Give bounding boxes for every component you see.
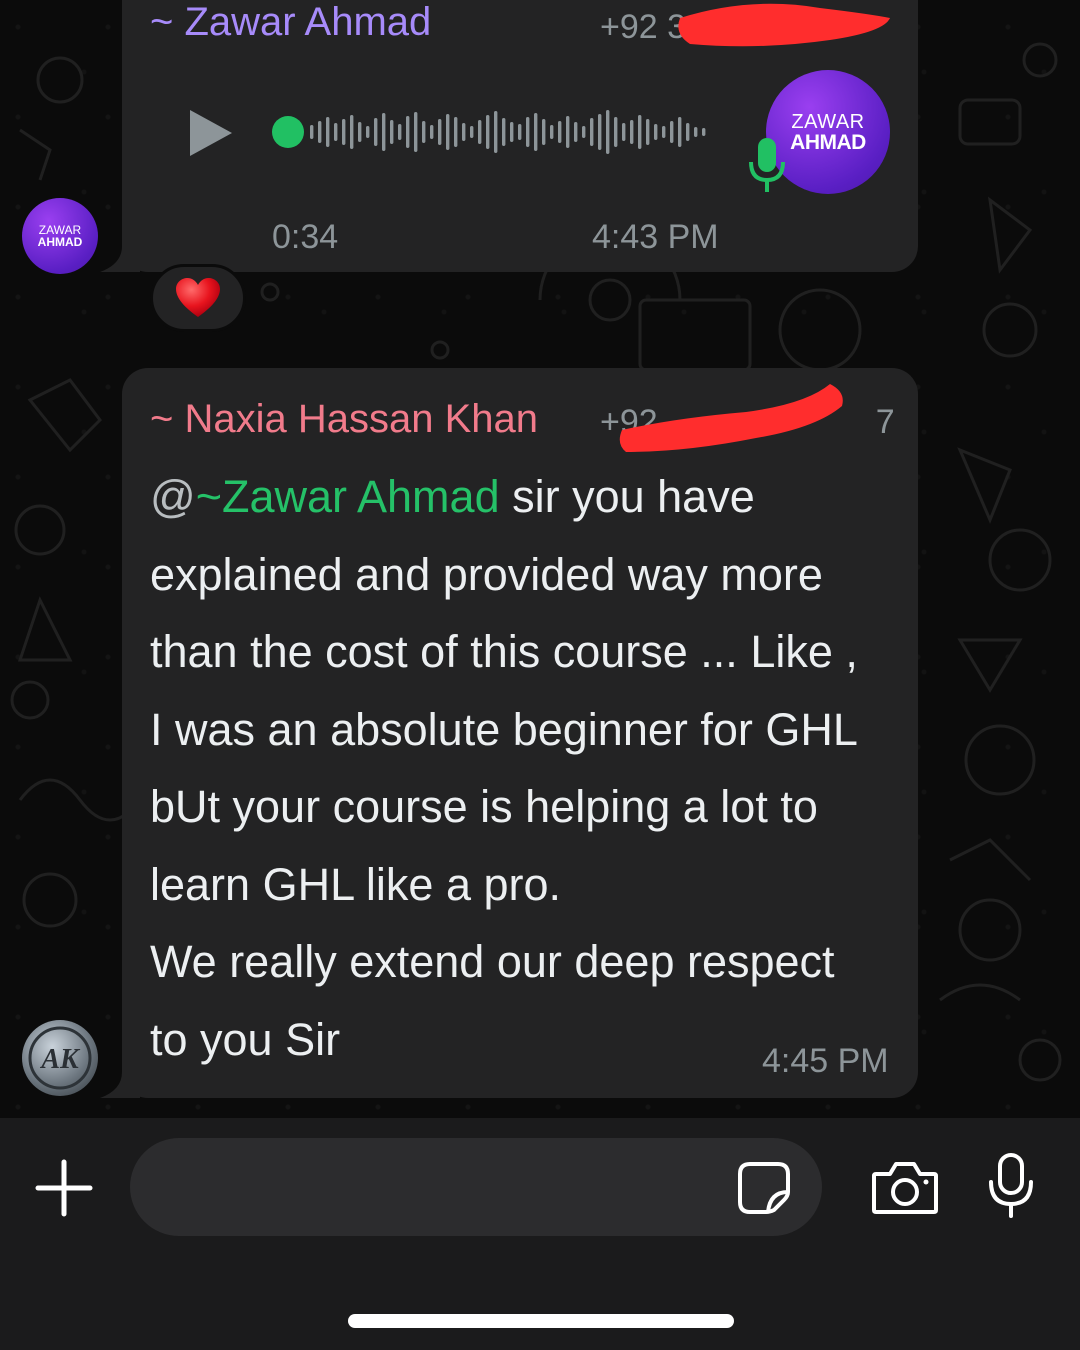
waveform-bar bbox=[654, 124, 658, 140]
mention-link[interactable]: ~Zawar Ahmad bbox=[196, 471, 500, 522]
waveform-scrubber[interactable] bbox=[272, 116, 304, 148]
camera-icon[interactable] bbox=[870, 1160, 940, 1216]
waveform-bar bbox=[542, 119, 546, 145]
message-line: than the cost of this course ... Like , bbox=[150, 626, 858, 677]
waveform-bar bbox=[494, 111, 498, 153]
message-line: learn GHL like a pro. bbox=[150, 858, 562, 910]
waveform-bar bbox=[358, 122, 362, 142]
bubble-tail bbox=[100, 246, 140, 272]
waveform-bar bbox=[582, 126, 586, 138]
waveform-bar bbox=[318, 121, 322, 143]
sticker-icon[interactable] bbox=[736, 1160, 792, 1216]
message-line: @~Zawar Ahmad sir you have bbox=[150, 458, 900, 536]
sender-phone: +92 7 bbox=[600, 403, 895, 442]
waveform-bar bbox=[534, 113, 538, 151]
home-indicator[interactable] bbox=[348, 1314, 734, 1328]
waveform-bar bbox=[398, 124, 402, 140]
avatar-text-line1: ZAWAR bbox=[791, 110, 865, 133]
message-body: @~Zawar Ahmad sir you have explained and… bbox=[150, 458, 900, 1078]
waveform-bar bbox=[422, 121, 426, 143]
bubble-tail bbox=[100, 1072, 140, 1098]
waveform-bar bbox=[502, 118, 506, 146]
waveform-bar bbox=[478, 120, 482, 144]
waveform-bar bbox=[366, 126, 370, 138]
waveform-bar bbox=[606, 110, 610, 154]
message-input[interactable] bbox=[130, 1138, 822, 1236]
audio-waveform[interactable] bbox=[270, 102, 720, 162]
sender-name[interactable]: ~ Zawar Ahmad bbox=[150, 0, 431, 45]
voice-duration: 0:34 bbox=[272, 218, 339, 256]
message-line: I was an absolute beginner for GHL bbox=[150, 703, 858, 755]
waveform-bar bbox=[334, 123, 338, 141]
message-time: 4:43 PM bbox=[592, 218, 719, 256]
waveform-bar bbox=[550, 125, 554, 139]
mic-icon bbox=[749, 138, 785, 192]
avatar-text-line2: AHMAD bbox=[37, 235, 83, 249]
waveform-bar bbox=[454, 117, 458, 147]
waveform-bar bbox=[390, 120, 394, 144]
message-line: bUt your course is helping a lot to bbox=[150, 781, 818, 832]
waveform-bar bbox=[670, 121, 674, 143]
waveform-bar bbox=[446, 114, 450, 150]
waveform-bar bbox=[462, 123, 466, 141]
waveform-bar bbox=[558, 121, 562, 143]
mention-at: @ bbox=[150, 471, 196, 522]
avatar-text-line2: AHMAD bbox=[790, 130, 866, 154]
plus-icon[interactable] bbox=[34, 1158, 94, 1218]
waveform-bar bbox=[694, 127, 698, 137]
message-time: 4:45 PM bbox=[762, 1042, 889, 1080]
waveform-bar bbox=[382, 113, 386, 151]
microphone-icon[interactable] bbox=[986, 1152, 1036, 1220]
waveform-bar bbox=[470, 126, 474, 138]
waveform-bar bbox=[678, 117, 682, 147]
waveform-bar bbox=[430, 125, 434, 139]
waveform-bar bbox=[510, 122, 514, 142]
waveform-bar bbox=[574, 122, 578, 142]
waveform-bar bbox=[638, 115, 642, 149]
waveform-bar bbox=[590, 118, 594, 146]
sender-avatar[interactable]: ZAWAR AHMAD bbox=[22, 198, 98, 274]
reaction-pill[interactable] bbox=[150, 264, 246, 332]
message-line-text: sir you have bbox=[499, 471, 755, 522]
waveform-bar bbox=[662, 126, 666, 138]
avatar-monogram: AK bbox=[28, 1026, 92, 1090]
waveform-bar bbox=[526, 117, 530, 147]
waveform-bar bbox=[614, 117, 618, 147]
waveform-bar bbox=[374, 118, 378, 146]
sender-avatar[interactable]: AK bbox=[22, 1020, 98, 1096]
waveform-bar bbox=[598, 114, 602, 150]
waveform-bar bbox=[326, 117, 330, 147]
waveform-bar bbox=[566, 116, 570, 148]
phone-prefix: +92 bbox=[600, 403, 658, 441]
waveform-bar bbox=[342, 119, 346, 145]
waveform-bar bbox=[310, 125, 314, 139]
avatar-initials: AK bbox=[39, 1044, 81, 1075]
waveform-bar bbox=[646, 119, 650, 145]
waveform-bar bbox=[686, 123, 690, 141]
sender-name[interactable]: ~ Naxia Hassan Khan bbox=[150, 397, 538, 442]
waveform-bar bbox=[438, 119, 442, 145]
sender-phone: +92 3 bbox=[600, 8, 687, 46]
message-line: explained and provided way more bbox=[150, 548, 823, 600]
waveform-bar bbox=[622, 123, 626, 141]
phone-tail: 7 bbox=[875, 403, 895, 441]
waveform-bar bbox=[702, 128, 706, 136]
waveform-bar bbox=[414, 112, 418, 152]
waveform-bar bbox=[486, 115, 490, 149]
waveform-bar bbox=[350, 115, 354, 149]
waveform-bar bbox=[518, 124, 522, 140]
waveform-bar bbox=[406, 116, 410, 148]
waveform-bar bbox=[630, 120, 634, 144]
heart-icon bbox=[176, 278, 220, 317]
play-icon[interactable] bbox=[186, 108, 236, 158]
message-line: We really extend our deep respect bbox=[150, 936, 835, 987]
